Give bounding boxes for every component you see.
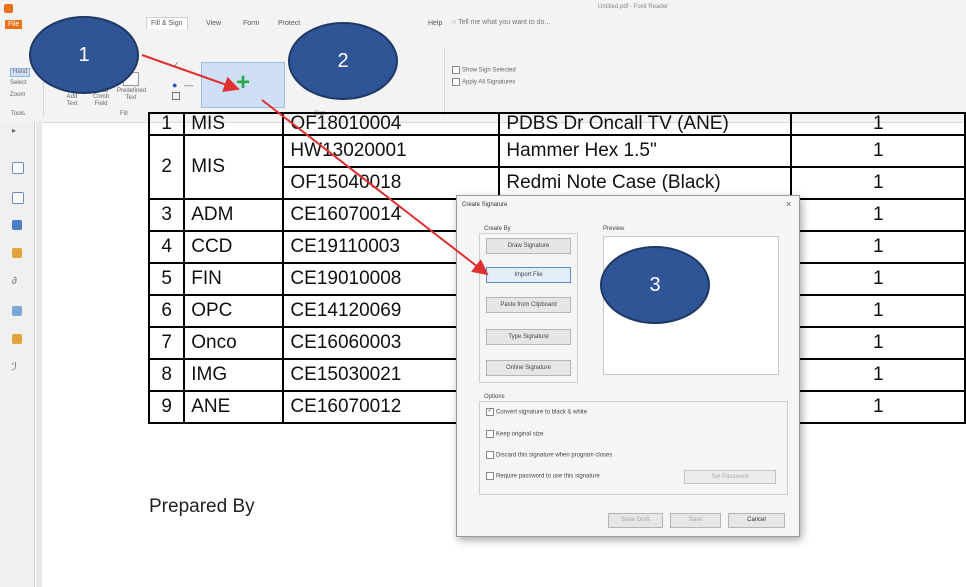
- step-2-marker: 2: [288, 22, 398, 100]
- step-1-marker: 1: [29, 16, 139, 94]
- step-3-marker: 3: [600, 246, 710, 324]
- annotation-arrows: [141, 54, 489, 276]
- arrow-step1-to-step2: [141, 54, 240, 92]
- arrow-step2-to-step3: [261, 99, 489, 276]
